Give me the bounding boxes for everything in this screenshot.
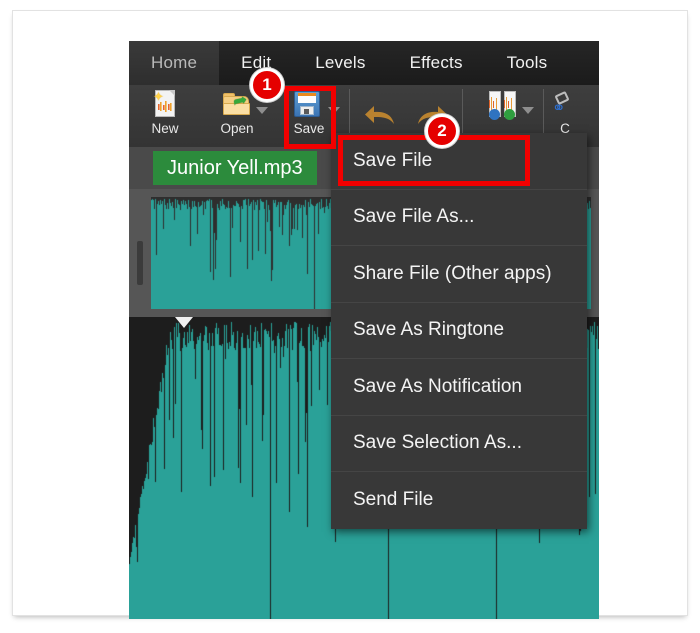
new-file-icon: ✦ xyxy=(150,89,180,119)
toolbar-divider xyxy=(349,89,350,135)
white-frame-card: Home Edit Levels Effects Tools ✦ New ➦ O… xyxy=(12,10,688,619)
menu-item-save-as-ringtone-label: Save As Ringtone xyxy=(353,319,505,341)
menu-item-save-as-ringtone[interactable]: Save As Ringtone xyxy=(331,303,587,359)
screenshot-root: Home Edit Levels Effects Tools ✦ New ➦ O… xyxy=(0,0,700,633)
undo-arrow-icon xyxy=(365,106,394,124)
open-folder-icon: ➦ xyxy=(222,89,252,119)
tab-home[interactable]: Home xyxy=(129,41,220,85)
menu-item-save-file-as-label: Save File As... xyxy=(353,206,475,228)
file-name-chip[interactable]: Junior Yell.mp3 xyxy=(153,151,317,185)
save-chevron-down-icon[interactable] xyxy=(328,107,340,114)
save-dropdown-menu: Save File Save File As... Share File (Ot… xyxy=(331,133,587,529)
tab-tools-label: Tools xyxy=(506,53,548,72)
menu-item-share-file[interactable]: Share File (Other apps) xyxy=(331,246,587,303)
menu-item-save-as-notification-label: Save As Notification xyxy=(353,375,522,397)
new-toolbar-label: New xyxy=(151,121,179,136)
tab-home-label: Home xyxy=(151,53,198,72)
tab-effects-label: Effects xyxy=(409,53,463,72)
menu-item-save-file[interactable]: Save File xyxy=(331,133,587,190)
menu-item-save-file-label: Save File xyxy=(353,149,433,171)
menu-item-save-selection-as[interactable]: Save Selection As... xyxy=(331,416,587,472)
menu-item-share-file-label: Share File (Other apps) xyxy=(353,262,552,284)
toolbar-divider-3 xyxy=(543,89,544,135)
toolbar-divider-2 xyxy=(462,89,463,135)
menu-item-save-file-as[interactable]: Save File As... xyxy=(331,190,587,246)
playhead-marker-icon[interactable] xyxy=(175,317,193,328)
amplify-levels-icon xyxy=(488,89,518,120)
annotation-badge-2: 2 xyxy=(425,114,459,148)
ribbon-tab-bar: Home Edit Levels Effects Tools xyxy=(129,41,599,85)
new-toolbar-button[interactable]: ✦ New xyxy=(129,85,201,147)
audio-editor-app: Home Edit Levels Effects Tools ✦ New ➦ O… xyxy=(129,41,599,619)
annotation-badge-2-number: 2 xyxy=(437,121,447,140)
annotation-badge-1-number: 1 xyxy=(262,75,272,94)
tab-levels[interactable]: Levels xyxy=(293,41,387,85)
tab-tools[interactable]: Tools xyxy=(485,41,570,85)
open-chevron-down-icon[interactable] xyxy=(256,107,268,114)
menu-item-save-selection-as-label: Save Selection As... xyxy=(353,432,522,454)
menu-item-send-file[interactable]: Send File xyxy=(331,472,587,529)
annotation-badge-1: 1 xyxy=(250,68,284,102)
levels-chevron-down-icon[interactable] xyxy=(522,107,534,114)
tab-effects[interactable]: Effects xyxy=(388,41,485,85)
menu-item-save-as-notification[interactable]: Save As Notification xyxy=(331,359,587,416)
file-name-text: Junior Yell.mp3 xyxy=(167,156,303,179)
save-toolbar-label: Save xyxy=(293,121,325,136)
overview-scroll-handle[interactable] xyxy=(137,241,143,285)
cut-icon: ⚭ xyxy=(550,89,580,119)
tab-levels-label: Levels xyxy=(315,53,366,72)
menu-item-send-file-label: Send File xyxy=(353,489,434,511)
open-toolbar-label: Open xyxy=(220,121,254,136)
floppy-disk-icon xyxy=(294,89,324,119)
